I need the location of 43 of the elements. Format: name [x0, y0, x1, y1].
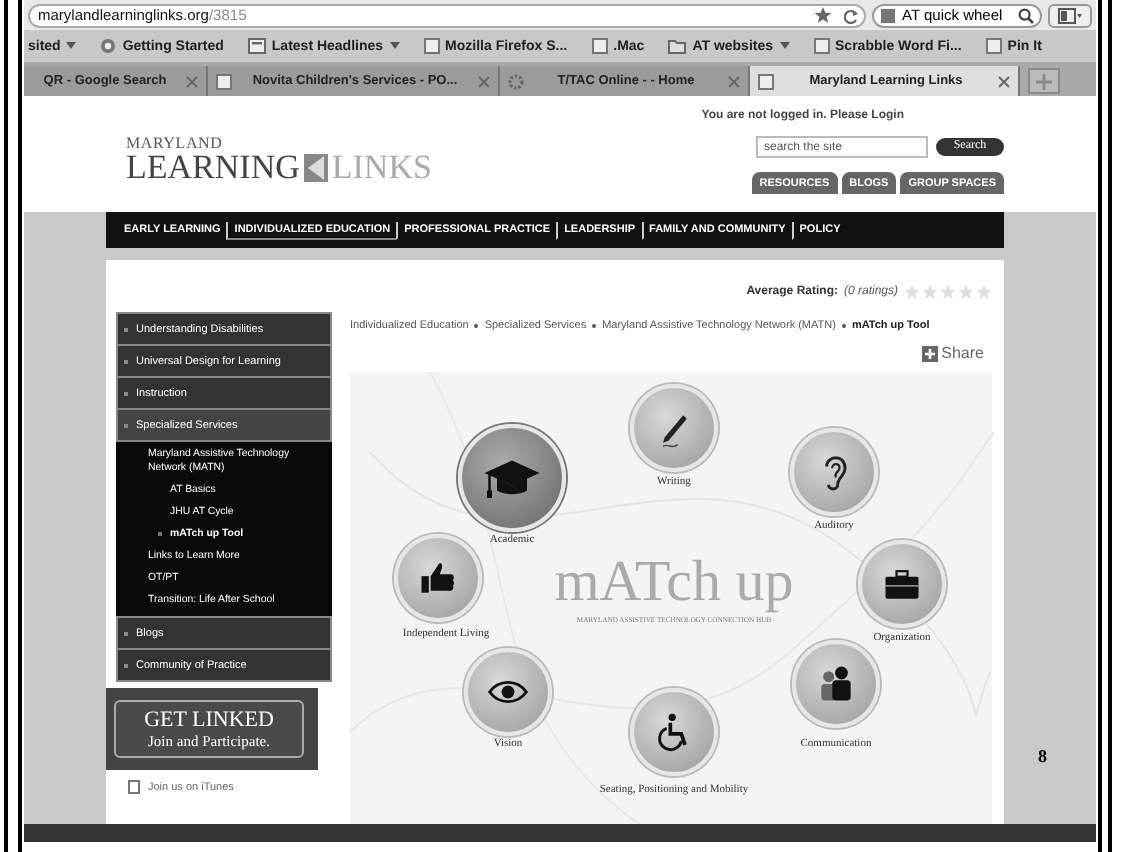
- category-button[interactable]: [394, 534, 482, 622]
- logo-text: LINKS: [331, 152, 432, 184]
- category-button[interactable]: [792, 640, 880, 728]
- logo-text: LEARNING: [126, 152, 300, 184]
- page-icon: [216, 73, 232, 89]
- category-button[interactable]: [790, 428, 878, 516]
- dropdown-caret-icon: [389, 42, 400, 50]
- category-button[interactable]: [858, 540, 946, 628]
- dropdown-caret-icon: [66, 42, 77, 50]
- logo-text: MARYLAND: [126, 136, 225, 152]
- page-number: 8: [1038, 746, 1047, 766]
- plus-icon: [921, 345, 938, 361]
- category-button[interactable]: [630, 384, 718, 472]
- hub-title: mATch up: [552, 552, 796, 612]
- page-icon: [758, 73, 774, 89]
- category-button[interactable]: [458, 424, 566, 532]
- toolbar-button[interactable]: [1048, 3, 1092, 27]
- reload-icon: [844, 7, 858, 23]
- logo-mark-icon: [301, 152, 330, 184]
- close-icon: [728, 75, 740, 87]
- page-icon: [423, 38, 440, 54]
- bookmark-star-icon: [814, 6, 832, 24]
- plus-icon: [1036, 73, 1052, 89]
- search-engine-icon: [880, 7, 896, 23]
- star-rating[interactable]: [904, 284, 992, 300]
- dropdown-caret-icon: [779, 42, 790, 50]
- page-icon: [128, 780, 140, 794]
- gear-icon: [508, 73, 524, 89]
- close-icon: [478, 75, 490, 87]
- category-button[interactable]: [630, 688, 718, 776]
- close-icon: [998, 75, 1010, 87]
- share-button[interactable]: Share: [921, 344, 984, 362]
- page-icon: [247, 38, 266, 54]
- page-icon: [985, 38, 1002, 54]
- close-icon: [186, 75, 198, 87]
- page-icon: [813, 38, 830, 54]
- folder-icon: [668, 38, 687, 54]
- page-icon: [591, 38, 608, 54]
- banner-title: GET LINKED: [142, 708, 276, 732]
- category-button[interactable]: [464, 648, 552, 736]
- badge-icon: [100, 38, 117, 54]
- panel-icon: [1058, 7, 1082, 23]
- search-icon: [1018, 7, 1034, 23]
